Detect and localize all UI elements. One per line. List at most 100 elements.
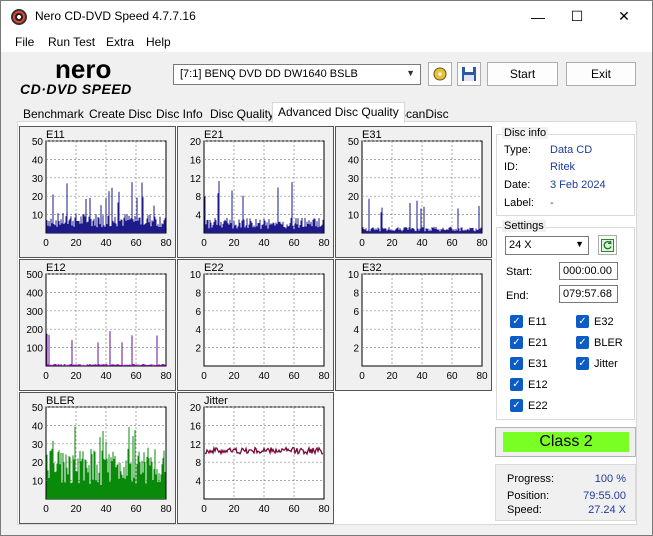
y-tick-label: 4 bbox=[195, 477, 201, 488]
start-input[interactable]: 000:00.00 bbox=[559, 262, 618, 280]
refresh-icon bbox=[601, 238, 614, 252]
speed-select[interactable]: 24 X ▼ bbox=[505, 236, 589, 255]
x-tick-label: 20 bbox=[228, 504, 240, 515]
position-value: 79:55.00 bbox=[583, 490, 626, 502]
checkbox-e11[interactable]: ✓ E11 bbox=[510, 315, 547, 328]
y-tick-label: 20 bbox=[190, 403, 202, 414]
y-tick-label: 16 bbox=[190, 155, 202, 166]
y-tick-label: 20 bbox=[32, 192, 44, 203]
chart-canvas: 10 20 30 40 50 0 20 40 60 80 bbox=[348, 137, 488, 249]
chevron-down-icon: ▼ bbox=[575, 239, 584, 249]
y-tick-label: 20 bbox=[32, 458, 44, 469]
x-tick-label: 0 bbox=[201, 504, 207, 515]
x-tick-label: 40 bbox=[416, 371, 428, 382]
x-tick-label: 40 bbox=[258, 238, 270, 249]
tab-disc-quality[interactable]: Disc Quality bbox=[204, 104, 280, 122]
menu-extra[interactable]: Extra bbox=[106, 35, 134, 49]
check-icon: ✓ bbox=[510, 399, 523, 412]
chart-canvas: 4 8 12 16 20 0 20 40 60 80 bbox=[190, 137, 330, 249]
x-tick-label: 80 bbox=[318, 371, 330, 382]
refresh-speed-button[interactable] bbox=[598, 235, 617, 255]
chart-jitter: 4 8 12 16 20 0 20 40 60 80 Jitter bbox=[177, 392, 334, 524]
exit-button[interactable]: Exit bbox=[566, 62, 636, 86]
x-tick-label: 20 bbox=[386, 371, 398, 382]
menu-help[interactable]: Help bbox=[146, 35, 171, 49]
chart-canvas: 2 4 6 8 10 0 20 40 60 80 bbox=[190, 270, 330, 382]
checkbox-e31-label: E31 bbox=[528, 357, 548, 370]
y-tick-label: 2 bbox=[195, 344, 201, 355]
tab-advanced-disc-quality[interactable]: Advanced Disc Quality bbox=[272, 102, 405, 123]
y-tick-label: 500 bbox=[26, 270, 43, 281]
y-tick-label: 8 bbox=[195, 192, 201, 203]
speed-select-value: 24 X bbox=[509, 239, 532, 251]
x-tick-label: 60 bbox=[446, 238, 458, 249]
x-tick-label: 20 bbox=[228, 238, 240, 249]
x-tick-label: 0 bbox=[201, 238, 207, 249]
tab-create-disc[interactable]: Create Disc bbox=[83, 104, 158, 122]
menu-run-test[interactable]: Run Test bbox=[48, 35, 95, 49]
y-tick-label: 400 bbox=[26, 288, 43, 299]
logo-bottom-text: CD·DVD SPEED bbox=[20, 81, 132, 97]
drive-select[interactable]: [7:1] BENQ DVD DD DW1640 BSLB ▼ bbox=[173, 64, 421, 85]
chart-canvas: 4 8 12 16 20 0 20 40 60 80 bbox=[190, 403, 330, 515]
start-label: Start: bbox=[506, 266, 533, 278]
tab-bar: Benchmark Create Disc Disc Info Disc Qua… bbox=[17, 102, 637, 123]
checkbox-e11-label: E11 bbox=[528, 315, 547, 328]
nero-app-icon bbox=[11, 9, 27, 25]
y-tick-label: 6 bbox=[195, 307, 201, 318]
y-tick-label: 10 bbox=[348, 211, 360, 222]
chart-e12: 100 200 300 400 500 0 20 40 60 80 E12 bbox=[19, 259, 176, 391]
y-tick-label: 20 bbox=[190, 137, 202, 148]
tab-disc-info[interactable]: Disc Info bbox=[150, 104, 209, 122]
menu-bar: File Run Test Extra Help bbox=[1, 32, 652, 52]
check-icon: ✓ bbox=[510, 336, 523, 349]
check-icon: ✓ bbox=[510, 315, 523, 328]
x-tick-label: 60 bbox=[288, 238, 300, 249]
y-tick-label: 10 bbox=[348, 270, 360, 281]
date-label: Date: bbox=[504, 179, 531, 191]
maximize-button[interactable]: ☐ bbox=[554, 1, 600, 32]
x-tick-label: 0 bbox=[43, 371, 49, 382]
x-tick-label: 60 bbox=[288, 371, 300, 382]
y-tick-label: 4 bbox=[353, 325, 359, 336]
chart-title: E12 bbox=[46, 262, 66, 274]
y-tick-label: 8 bbox=[353, 288, 359, 299]
window-title: Nero CD-DVD Speed 4.7.7.16 bbox=[35, 9, 196, 23]
chevron-down-icon: ▼ bbox=[406, 68, 415, 78]
settings-title: Settings bbox=[502, 220, 546, 232]
check-icon: ✓ bbox=[510, 378, 523, 391]
checkbox-e21[interactable]: ✓ E21 bbox=[510, 336, 548, 349]
tab-benchmark[interactable]: Benchmark bbox=[17, 104, 90, 122]
chart-title: E32 bbox=[362, 262, 382, 274]
checkbox-bler[interactable]: ✓ BLER bbox=[576, 336, 623, 349]
checkbox-e22[interactable]: ✓ E22 bbox=[510, 399, 548, 412]
chart-title: E21 bbox=[204, 129, 224, 141]
checkbox-e32[interactable]: ✓ E32 bbox=[576, 315, 614, 328]
y-tick-label: 10 bbox=[190, 270, 202, 281]
checkbox-e31[interactable]: ✓ E31 bbox=[510, 357, 548, 370]
y-tick-label: 4 bbox=[195, 211, 201, 222]
drive-select-value: [7:1] BENQ DVD DD DW1640 BSLB bbox=[180, 68, 358, 80]
close-button[interactable]: ✕ bbox=[601, 1, 647, 32]
menu-file[interactable]: File bbox=[15, 35, 34, 49]
y-tick-label: 30 bbox=[32, 174, 44, 185]
disc-info-title: Disc info bbox=[502, 127, 549, 139]
x-tick-label: 0 bbox=[359, 371, 365, 382]
y-tick-label: 30 bbox=[32, 440, 44, 451]
end-input[interactable]: 079:57.68 bbox=[559, 285, 618, 303]
disc-info-button[interactable] bbox=[428, 62, 452, 86]
checkbox-jitter[interactable]: ✓ Jitter bbox=[576, 357, 618, 370]
speed-value: 27.24 X bbox=[588, 504, 626, 516]
y-tick-label: 16 bbox=[190, 421, 202, 432]
chart-bler: 10 20 30 40 50 0 20 40 60 80 BLER bbox=[19, 392, 176, 524]
chart-title: E31 bbox=[362, 129, 382, 141]
chart-title: Jitter bbox=[204, 395, 228, 407]
x-tick-label: 80 bbox=[318, 504, 330, 515]
save-button[interactable] bbox=[457, 62, 481, 86]
x-tick-label: 80 bbox=[160, 371, 172, 382]
checkbox-e12[interactable]: ✓ E12 bbox=[510, 378, 548, 391]
start-button[interactable]: Start bbox=[487, 62, 558, 86]
checkbox-e22-label: E22 bbox=[528, 399, 548, 412]
x-tick-label: 40 bbox=[416, 238, 428, 249]
x-tick-label: 80 bbox=[476, 371, 488, 382]
